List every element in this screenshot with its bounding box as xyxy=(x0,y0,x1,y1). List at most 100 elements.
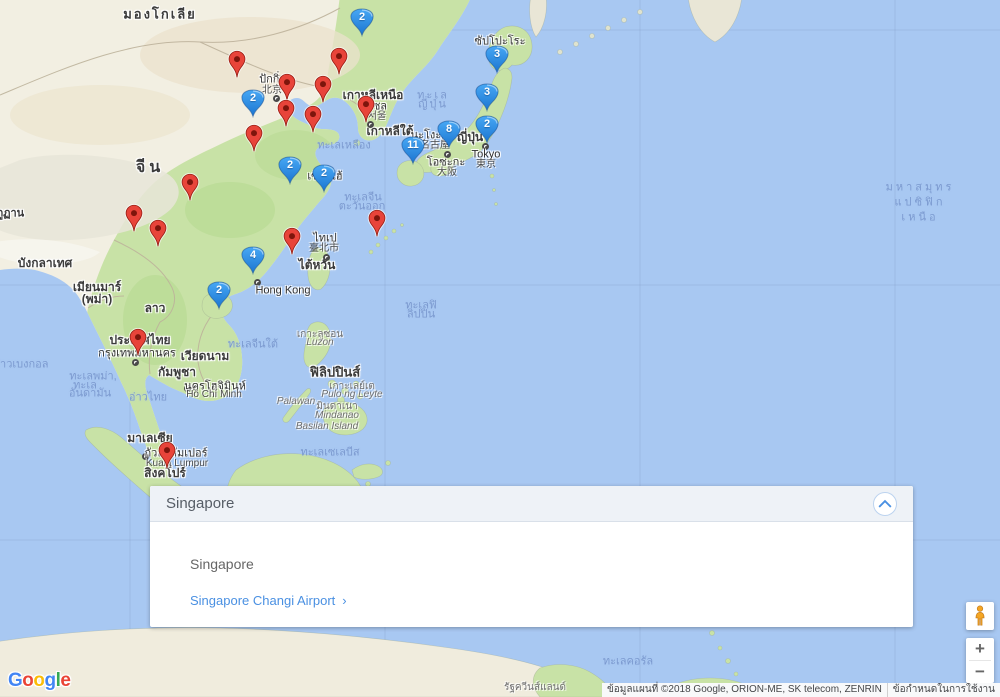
map-cluster-marker[interactable]: 2 xyxy=(474,115,500,144)
sea-label: เหนือ xyxy=(901,213,938,224)
country-label: เวียดนาม xyxy=(181,350,230,362)
island-label: Palawan xyxy=(277,397,315,407)
google-logo-letter: g xyxy=(45,670,56,691)
city-sublabel: 大阪 xyxy=(437,168,457,178)
country-label: ฟิลิปปินส์ xyxy=(310,366,361,379)
sea-label: อ่าวไทย xyxy=(129,393,167,404)
map-pin-red[interactable] xyxy=(148,219,168,249)
link-arrow-icon: › xyxy=(342,593,346,608)
country-label: จีน xyxy=(136,160,164,176)
map-pin-red[interactable] xyxy=(313,75,333,105)
cluster-count-label: 3 xyxy=(484,48,510,60)
sea-label: ลิปปิน xyxy=(407,310,435,321)
map-cluster-marker[interactable]: 4 xyxy=(240,246,266,275)
red-pin-icon xyxy=(227,50,247,80)
cluster-count-label: 2 xyxy=(206,284,232,296)
google-logo-letter: o xyxy=(22,670,33,691)
map-pin-red[interactable] xyxy=(282,227,302,257)
google-logo[interactable]: Google xyxy=(8,670,70,692)
panel-header: Singapore xyxy=(150,486,913,522)
island-label: Pulo ng Leyte xyxy=(321,390,382,400)
red-pin-icon xyxy=(244,124,264,154)
chevron-up-icon xyxy=(878,499,892,509)
map-pin-red[interactable] xyxy=(303,105,323,135)
country-label: ลาว xyxy=(145,302,166,314)
city-dot xyxy=(323,254,330,261)
map-pin-red[interactable] xyxy=(329,47,349,77)
cluster-count-label: 2 xyxy=(349,11,375,23)
map-pin-red[interactable] xyxy=(180,173,200,203)
red-pin-icon xyxy=(157,441,177,471)
red-pin-icon xyxy=(303,105,323,135)
red-pin-icon xyxy=(276,99,296,129)
airport-link-label: Singapore Changi Airport xyxy=(190,593,335,608)
map-pin-red[interactable] xyxy=(244,124,264,154)
island-label: Basilan Island xyxy=(296,422,358,432)
sea-label: ทะเลจีนใต้ xyxy=(228,340,278,351)
red-pin-icon xyxy=(128,328,148,358)
map-cluster-marker[interactable]: 11 xyxy=(400,136,426,165)
map-cluster-marker[interactable]: 2 xyxy=(240,89,266,118)
map[interactable]: ทะเลญี่ปุ่นทะเลเหลืองทะเลจีนตะวันออกทะเล… xyxy=(0,0,1000,697)
map-pin-red[interactable] xyxy=(367,209,387,239)
city-sublabel: Kuala Lumpur xyxy=(146,459,208,469)
map-pin-red[interactable] xyxy=(157,441,177,471)
collapse-panel-button[interactable] xyxy=(873,492,897,516)
cluster-count-label: 4 xyxy=(240,249,266,261)
zoom-control: + − xyxy=(966,638,994,683)
sea-label: ทะเลเซเลบีส xyxy=(300,448,359,459)
sea-label: อันดามัน xyxy=(69,389,111,400)
city-sublabel: Hồ Chí Minh xyxy=(186,390,242,400)
sea-label: มหาสมุทร xyxy=(886,183,955,194)
map-pin-red[interactable] xyxy=(124,204,144,234)
map-cluster-marker[interactable]: 3 xyxy=(484,45,510,74)
sea-label: ทะเลเหลือง xyxy=(317,141,370,152)
pegman-icon xyxy=(973,605,987,627)
country-label: ไต้หวัน xyxy=(299,259,336,271)
map-pin-red[interactable] xyxy=(128,328,148,358)
map-cluster-marker[interactable]: 2 xyxy=(277,156,303,185)
red-pin-icon xyxy=(313,75,333,105)
sea-label: ทะเลคอรัล xyxy=(603,657,653,668)
city-sublabel: 臺北市 xyxy=(309,244,339,254)
google-logo-letter: e xyxy=(60,670,70,691)
map-cluster-marker[interactable]: 8 xyxy=(436,120,462,149)
country-label: มองโกเลีย xyxy=(123,8,197,21)
cluster-count-label: 3 xyxy=(474,86,500,98)
cluster-count-label: 8 xyxy=(436,123,462,135)
terms-of-use-link[interactable]: ข้อกำหนดในการใช้งาน xyxy=(887,683,1000,697)
country-label: บังกลาเทศ xyxy=(18,257,72,269)
city-sublabel: 東京 xyxy=(476,160,496,170)
place-info-panel: Singapore Singapore Singapore Changi Air… xyxy=(150,486,913,627)
map-pin-red[interactable] xyxy=(356,95,376,125)
island-label: Luzon xyxy=(306,338,333,348)
map-pin-red[interactable] xyxy=(227,50,247,80)
red-pin-icon xyxy=(282,227,302,257)
country-label: กัมพูชา xyxy=(158,366,196,378)
red-pin-icon xyxy=(367,209,387,239)
place-name: Singapore xyxy=(190,556,254,572)
map-pin-red[interactable] xyxy=(276,99,296,129)
cluster-count-label: 2 xyxy=(474,118,500,130)
cluster-count-label: 2 xyxy=(311,167,337,179)
red-pin-icon xyxy=(148,219,168,249)
map-data-attribution: ข้อมูลแผนที่ ©2018 Google, ORION-ME, SK … xyxy=(602,683,887,697)
map-cluster-marker[interactable]: 3 xyxy=(474,83,500,112)
map-cluster-marker[interactable]: 2 xyxy=(349,8,375,37)
sea-label: ญี่ปุ่น xyxy=(418,100,448,111)
panel-title: Singapore xyxy=(166,495,234,512)
sea-label: แปซิฟิก xyxy=(895,198,946,209)
zoom-in-button[interactable]: + xyxy=(966,638,994,660)
map-cluster-marker[interactable]: 2 xyxy=(206,281,232,310)
red-pin-icon xyxy=(356,95,376,125)
cluster-count-label: 2 xyxy=(240,92,266,104)
zoom-out-button[interactable]: − xyxy=(966,661,994,683)
map-cluster-marker[interactable]: 2 xyxy=(311,164,337,193)
airport-link[interactable]: Singapore Changi Airport › xyxy=(190,593,347,608)
street-view-pegman-button[interactable] xyxy=(966,602,994,630)
red-pin-icon xyxy=(329,47,349,77)
sea-label: อ่าวเบงกอล xyxy=(0,360,49,371)
cluster-count-label: 11 xyxy=(400,139,426,151)
city-label: Hong Kong xyxy=(255,286,310,297)
attribution-bar: ข้อมูลแผนที่ ©2018 Google, ORION-ME, SK … xyxy=(602,683,1000,697)
